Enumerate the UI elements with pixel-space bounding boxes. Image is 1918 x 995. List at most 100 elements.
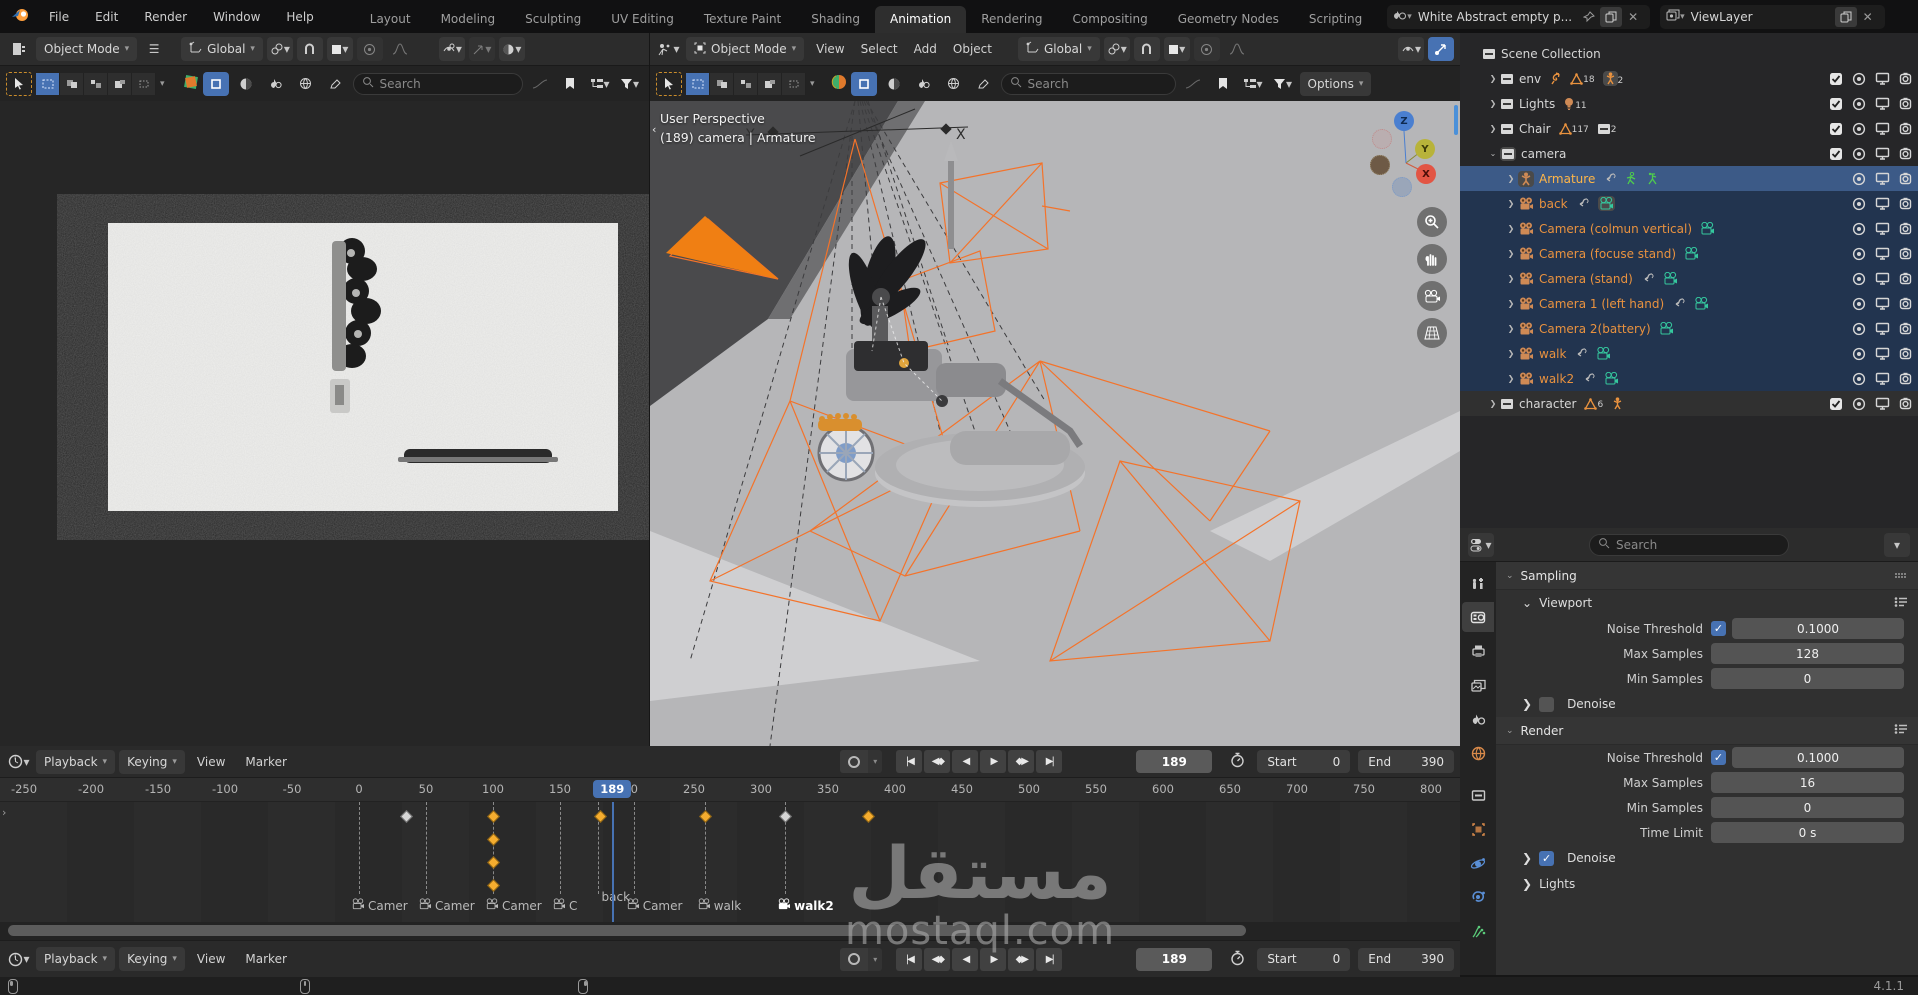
collapse-chevron[interactable]: ⌄ bbox=[1506, 726, 1514, 736]
filter-funnel-icon[interactable]: ▾ bbox=[1270, 72, 1296, 96]
properties-tab-world[interactable] bbox=[1462, 738, 1494, 768]
left-search-field[interactable]: Search bbox=[352, 72, 523, 95]
selectable-icon[interactable] bbox=[1852, 72, 1866, 86]
select-mode-tweak[interactable] bbox=[686, 72, 710, 95]
monitor-icon[interactable] bbox=[1875, 147, 1890, 160]
frame-range-end[interactable]: End 390 bbox=[1358, 750, 1454, 773]
auto-keying-dropdown[interactable]: ▾ bbox=[868, 750, 883, 773]
select-mode-lasso[interactable] bbox=[108, 72, 132, 95]
disclosure-chevron[interactable]: ❯ bbox=[1504, 374, 1518, 383]
visibility-dropdown-icon[interactable]: ▾ bbox=[438, 37, 465, 61]
checkbox-icon[interactable] bbox=[1829, 97, 1843, 111]
disclosure-chevron[interactable]: ❯ bbox=[1504, 274, 1518, 283]
frame-range-end[interactable]: End 390 bbox=[1358, 947, 1454, 971]
disclosure-chevron[interactable]: ❯ bbox=[1504, 299, 1518, 308]
denoise-chevron[interactable]: ❯ bbox=[1522, 851, 1532, 865]
monitor-icon[interactable] bbox=[1875, 97, 1890, 110]
timeline-scrollbar-thumb[interactable] bbox=[8, 925, 1246, 936]
gizmo-dropdown-icon[interactable]: ▾ bbox=[468, 37, 495, 61]
camera-view-button[interactable] bbox=[1417, 281, 1447, 311]
collapse-chevron[interactable]: ⌄ bbox=[1522, 596, 1532, 610]
render-subpanel-header[interactable]: ⌄ Render bbox=[1496, 717, 1918, 745]
viewlayer-selector[interactable]: ▾ ViewLayer ✕ bbox=[1660, 4, 1885, 29]
properties-tab-output[interactable] bbox=[1462, 636, 1494, 666]
timeline-menu-marker[interactable]: Marker bbox=[237, 755, 294, 769]
outliner-row-character[interactable]: ❯ character 6 bbox=[1460, 391, 1918, 416]
lights-panel-header[interactable]: ❯ Lights bbox=[1496, 871, 1918, 897]
outliner-panel[interactable]: Scene Collection ❯ env 18 2 ❯ Lights 11 ❯ Chair 11… bbox=[1460, 33, 1918, 528]
remove-viewlayer-icon[interactable]: ✕ bbox=[1857, 7, 1879, 27]
camera-restrict-icon[interactable] bbox=[1899, 272, 1912, 285]
mode-dropdown[interactable]: Object Mode ▾ bbox=[686, 37, 805, 61]
keyframe-100-2[interactable] bbox=[487, 856, 500, 869]
viewport-scrollbar[interactable] bbox=[1454, 105, 1458, 135]
select-mode-lasso[interactable] bbox=[758, 72, 782, 95]
outliner-row-scene-collection[interactable]: Scene Collection bbox=[1460, 41, 1918, 66]
proportional-falloff-icon[interactable] bbox=[1224, 37, 1250, 61]
annotate-brush-icon[interactable] bbox=[323, 72, 349, 96]
outliner-item-label[interactable]: Camera (focuse stand) bbox=[1539, 247, 1676, 261]
keyframe-180-0[interactable] bbox=[594, 810, 608, 823]
viewlayer-name[interactable]: ViewLayer bbox=[1685, 10, 1835, 24]
toolbar-expand-chevron[interactable]: ▾ bbox=[810, 79, 815, 89]
marker-Camer[interactable]: Camer bbox=[485, 898, 542, 913]
select-mode-circle[interactable] bbox=[734, 72, 758, 95]
tab-animation[interactable]: Animation bbox=[875, 6, 967, 33]
outliner-item-label[interactable]: Scene Collection bbox=[1501, 47, 1601, 61]
tab-modeling[interactable]: Modeling bbox=[426, 6, 511, 33]
current-frame-badge[interactable]: 189 bbox=[593, 780, 632, 798]
properties-tab-tool[interactable] bbox=[1462, 568, 1494, 598]
properties-tab-render[interactable] bbox=[1462, 602, 1494, 632]
monitor-icon[interactable] bbox=[1875, 247, 1890, 260]
transport-play-button[interactable]: ▶ bbox=[980, 750, 1007, 773]
proportional-falloff-icon[interactable] bbox=[387, 37, 413, 61]
viewport-subpanel-header[interactable]: ⌄ Viewport bbox=[1496, 590, 1918, 616]
disclosure-chevron[interactable]: ❯ bbox=[1504, 199, 1518, 208]
properties-editor-type-dropdown[interactable]: ▾ bbox=[1468, 532, 1494, 557]
select-mode-circle[interactable] bbox=[84, 72, 108, 95]
tab-uv-editing[interactable]: UV Editing bbox=[596, 6, 689, 33]
scene-name[interactable]: White Abstract empty p... bbox=[1412, 10, 1578, 24]
property-value-field[interactable]: 0 bbox=[1711, 668, 1904, 689]
selectable-icon[interactable] bbox=[1852, 222, 1866, 236]
outliner-item-label[interactable]: Camera 1 (left hand) bbox=[1539, 297, 1664, 311]
annotate-brush-icon[interactable] bbox=[971, 72, 997, 96]
transport-jump-end-button[interactable]: ▶| bbox=[1036, 947, 1063, 971]
selectable-icon[interactable] bbox=[1852, 372, 1866, 386]
panel-list-icon[interactable] bbox=[1894, 723, 1908, 738]
3d-viewport[interactable]: Y X User Perspective (189) camera | Arma… bbox=[650, 101, 1460, 746]
viewport-denoise-toggle[interactable]: ❯ Denoise bbox=[1496, 691, 1918, 717]
camera-restrict-icon[interactable] bbox=[1899, 197, 1912, 210]
keyframe-318-0[interactable] bbox=[779, 810, 792, 823]
camera-restrict-icon[interactable] bbox=[1899, 247, 1912, 260]
scene-droplet-icon[interactable] bbox=[911, 72, 937, 96]
monitor-icon[interactable] bbox=[1875, 72, 1890, 85]
keyframe-100-0[interactable] bbox=[487, 810, 500, 823]
tab-geometry-nodes[interactable]: Geometry Nodes bbox=[1163, 6, 1294, 33]
outliner-row-env[interactable]: ❯ env 18 2 bbox=[1460, 66, 1918, 91]
filter-funnel-icon[interactable]: ▾ bbox=[617, 72, 643, 96]
camera-restrict-icon[interactable] bbox=[1899, 97, 1912, 110]
disclosure-chevron[interactable]: ❯ bbox=[1504, 349, 1518, 358]
monitor-icon[interactable] bbox=[1875, 372, 1890, 385]
outliner-row-camera-focuse-stand-[interactable]: ❯ Camera (focuse stand) bbox=[1460, 241, 1918, 266]
select-mode-paint[interactable] bbox=[132, 72, 156, 95]
hamburger-menu-icon[interactable]: ☰ bbox=[141, 37, 167, 61]
stopwatch-icon[interactable] bbox=[1230, 752, 1245, 771]
selectable-icon[interactable] bbox=[1852, 97, 1866, 111]
checkbox-icon[interactable] bbox=[1829, 397, 1843, 411]
auto-keying-button[interactable] bbox=[840, 750, 869, 773]
toolbar-expand-chevron[interactable]: ▾ bbox=[160, 79, 165, 89]
outliner-item-label[interactable]: back bbox=[1539, 197, 1568, 211]
transport-next-keyframe-button[interactable]: ◆▶ bbox=[1008, 750, 1035, 773]
camera-restrict-icon[interactable] bbox=[1899, 347, 1912, 360]
camera-restrict-icon[interactable] bbox=[1899, 397, 1912, 410]
scene-selector[interactable]: ▾ White Abstract empty p... ✕ bbox=[1387, 4, 1651, 29]
keyframe-100-3[interactable] bbox=[487, 879, 500, 892]
properties-search-field[interactable]: Search bbox=[1589, 533, 1789, 556]
auto-keying-dropdown[interactable]: ▾ bbox=[868, 947, 883, 971]
outliner-item-label[interactable]: Armature bbox=[1539, 172, 1595, 186]
timeline-menu-playback[interactable]: Playback ▾ bbox=[36, 749, 116, 774]
sampling-panel-header[interactable]: ⌄ Sampling bbox=[1496, 562, 1918, 590]
topbar-menu-render[interactable]: Render bbox=[131, 0, 200, 33]
